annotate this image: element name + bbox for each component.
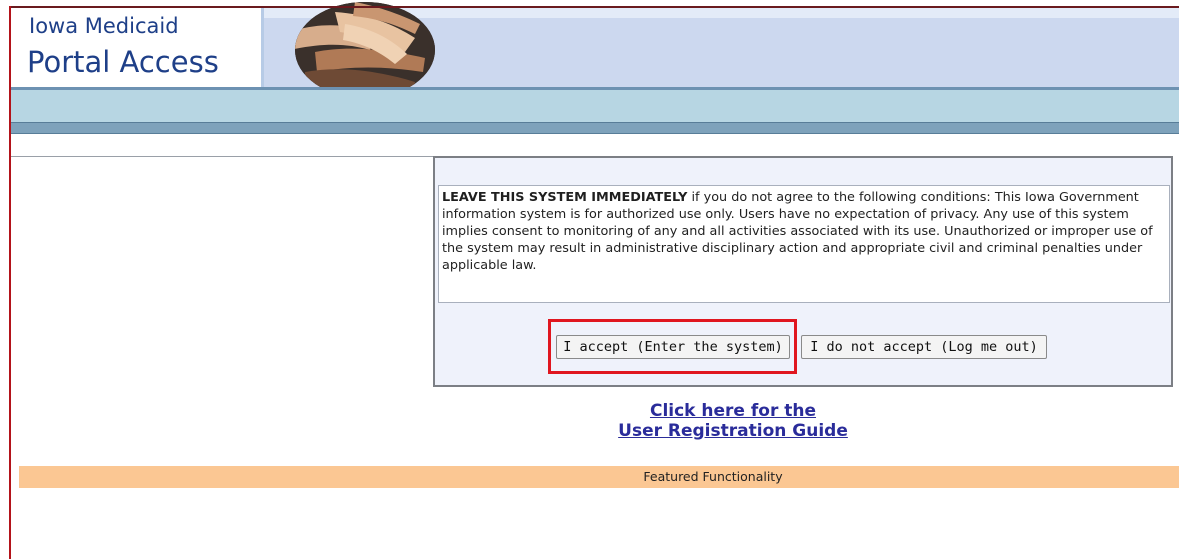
content-divider	[11, 156, 433, 157]
featured-functionality-label: Featured Functionality	[643, 469, 783, 484]
nav-divider	[11, 122, 1179, 134]
terms-notice-lead: LEAVE THIS SYSTEM IMMEDIATELY	[442, 190, 688, 205]
decline-button[interactable]: I do not accept (Log me out)	[801, 335, 1047, 359]
accept-button-highlight	[548, 319, 797, 374]
user-registration-guide-link[interactable]: Click here for the User Registration Gui…	[433, 401, 1033, 441]
joined-hands-icon	[295, 2, 435, 98]
nav-band	[11, 90, 1179, 122]
guide-link-line2[interactable]: User Registration Guide	[433, 421, 1033, 441]
terms-notice: LEAVE THIS SYSTEM IMMEDIATELY if you do …	[438, 185, 1170, 303]
logo-title-line1: Iowa Medicaid	[29, 14, 179, 38]
window-edge-top	[9, 6, 1179, 8]
logo-title-line2: Portal Access	[27, 45, 219, 79]
featured-functionality-bar: Featured Functionality	[19, 466, 1179, 488]
portal-logo: Iowa Medicaid Portal Access	[11, 8, 264, 88]
window-edge-left	[9, 6, 11, 559]
joined-hands-photo	[295, 2, 435, 98]
guide-link-line1[interactable]: Click here for the	[433, 401, 1033, 421]
